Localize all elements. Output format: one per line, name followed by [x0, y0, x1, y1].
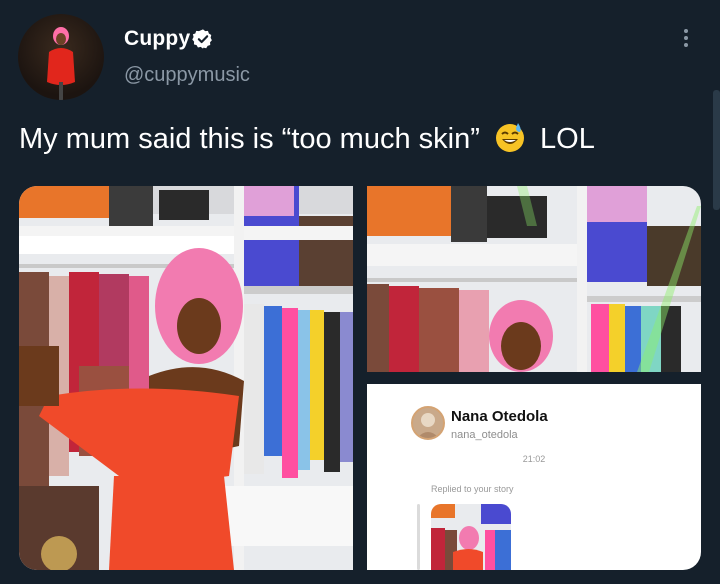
- user-handle[interactable]: @cuppymusic: [124, 64, 250, 87]
- grinning-face-with-sweat-emoji: [495, 123, 524, 152]
- tweet-text-lol: LOL: [540, 123, 595, 155]
- ig-replied-label: Replied to your story: [431, 484, 514, 494]
- profile-avatar[interactable]: [18, 14, 104, 100]
- ig-timestamp: 21:02: [522, 454, 546, 464]
- verified-badge-icon: [192, 29, 212, 49]
- more-options-icon[interactable]: [676, 26, 696, 52]
- media-grid: Nana Otedola nana_otedola 21:02 Replied …: [19, 186, 701, 570]
- photo-closet-closeup[interactable]: [367, 186, 701, 372]
- photo-closet-woman[interactable]: [19, 186, 353, 570]
- tweet-text: My mum said this is “too much skin” LOL: [19, 121, 595, 156]
- ig-story-thumbnail: [431, 504, 511, 570]
- tweet-text-main: My mum said this is “too much skin”: [19, 123, 480, 155]
- ig-reply-line: [417, 504, 420, 570]
- scrollbar[interactable]: [713, 90, 720, 210]
- ig-username: Nana Otedola: [451, 408, 548, 425]
- ig-handle: nana_otedola: [451, 429, 518, 441]
- display-name[interactable]: Cuppy: [124, 27, 190, 51]
- avatar-figure: [47, 27, 75, 100]
- ig-avatar: [411, 406, 445, 440]
- instagram-dm-screenshot[interactable]: Nana Otedola nana_otedola 21:02 Replied …: [367, 384, 701, 570]
